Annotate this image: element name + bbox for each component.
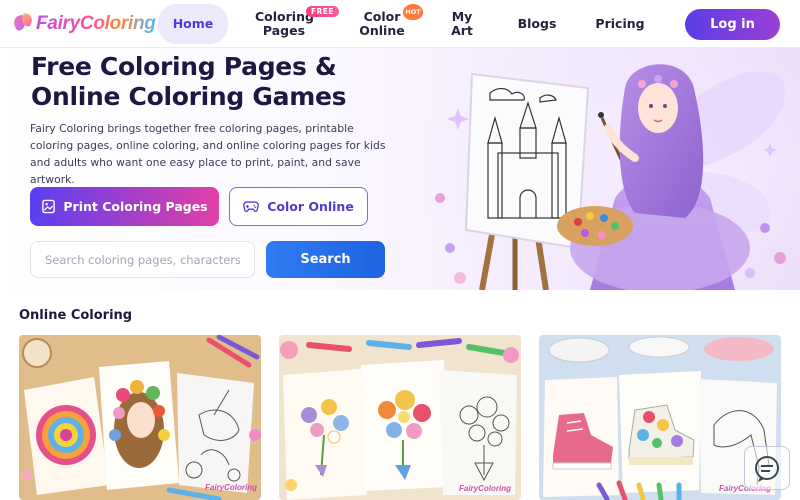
card-watermark: FairyColoring <box>459 484 511 493</box>
chat-help-button[interactable] <box>744 446 790 490</box>
nav-home[interactable]: Home <box>158 4 228 44</box>
brand-logo[interactable]: FairyColoring <box>11 10 156 38</box>
print-image-icon <box>42 199 56 214</box>
online-coloring-heading: Online Coloring <box>19 308 133 323</box>
nav-pricing[interactable]: Pricing <box>592 0 648 48</box>
nav-blogs[interactable]: Blogs <box>512 0 562 48</box>
coloring-card[interactable]: FairyColoring <box>19 335 261 500</box>
color-online-button-label: Color Online <box>267 199 354 214</box>
hero-description: Fairy Coloring brings together free colo… <box>30 122 386 186</box>
hot-badge: HOT <box>403 4 423 20</box>
card-watermark: FairyColoring <box>205 483 257 492</box>
nav-my-art[interactable]: My Art <box>442 0 482 48</box>
brand-name: FairyColoring <box>36 13 156 34</box>
print-button-label: Print Coloring Pages <box>63 199 208 214</box>
coloring-card[interactable]: FairyColoring <box>279 335 521 500</box>
nav-color-online-label: Color Online <box>359 9 405 38</box>
chat-help-icon <box>755 456 779 482</box>
nav-color-online[interactable]: Color Online <box>352 0 412 48</box>
login-button[interactable]: Log in <box>685 9 780 40</box>
color-online-button[interactable]: Color Online <box>229 187 368 226</box>
fairy-wings-icon <box>11 12 34 34</box>
nav-coloring-pages-label: Coloring Pages <box>255 9 314 38</box>
free-badge: FREE <box>306 6 339 17</box>
search-input[interactable] <box>30 241 255 278</box>
nav-my-art-label: My Art <box>451 9 473 38</box>
hero-title: Free Coloring Pages & Online Coloring Ga… <box>31 52 347 111</box>
print-coloring-pages-button[interactable]: Print Coloring Pages <box>30 187 219 226</box>
hero-fairy-illustration <box>420 48 800 290</box>
coloring-card-image: FairyColoring <box>19 335 261 500</box>
top-navigation: FairyColoring Home Coloring Pages FREE C… <box>0 0 800 48</box>
search-button[interactable]: Search <box>266 241 385 278</box>
gamepad-icon <box>243 201 259 213</box>
coloring-card-image: FairyColoring <box>279 335 521 500</box>
